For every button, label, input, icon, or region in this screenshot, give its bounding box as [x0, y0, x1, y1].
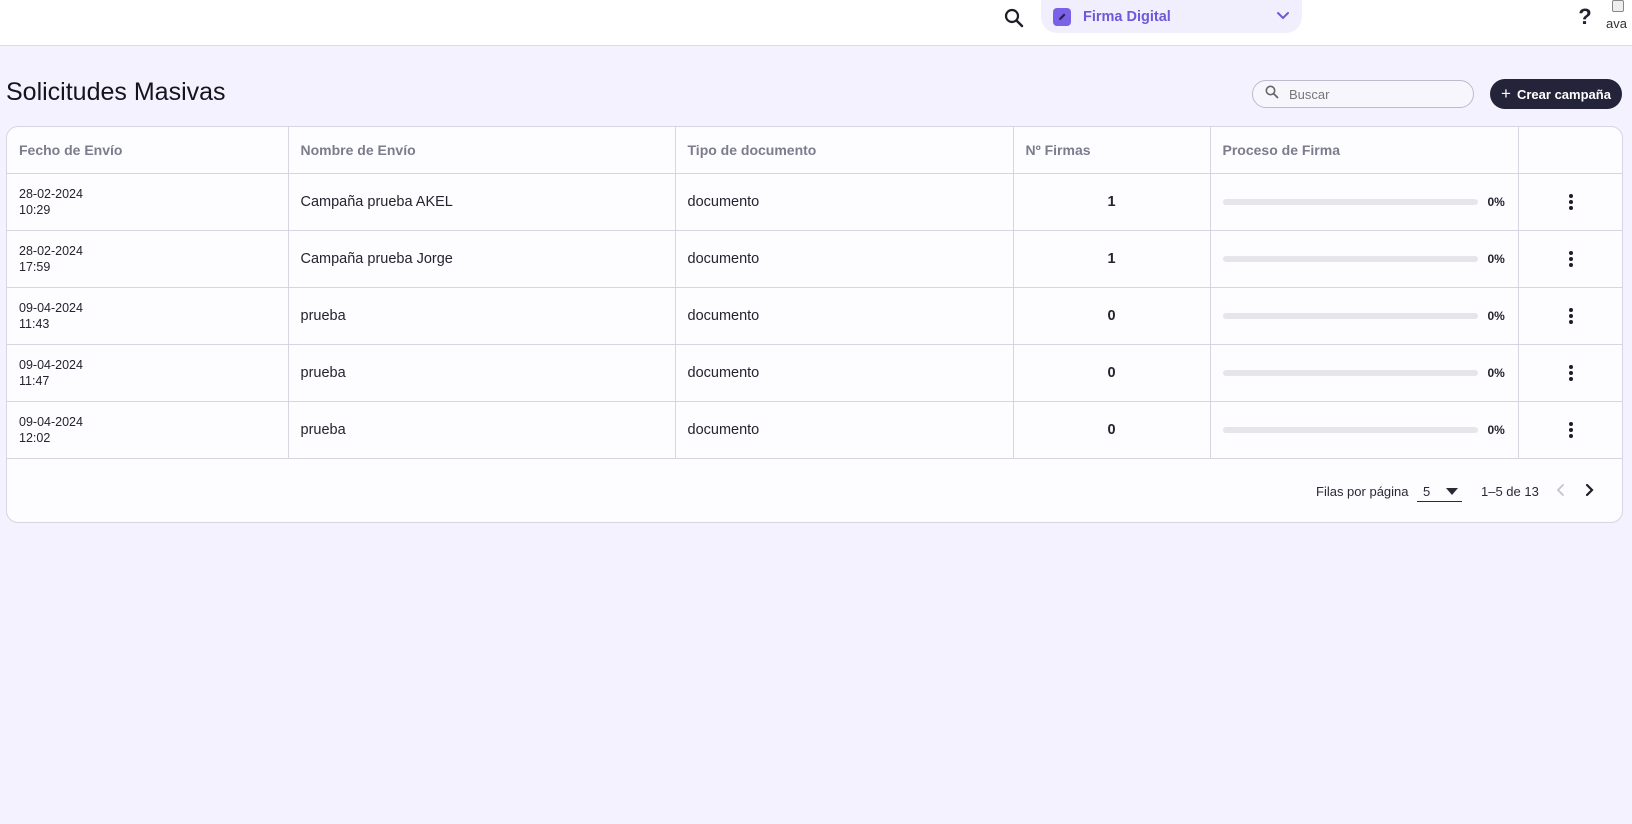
- signature-count: 1: [1013, 230, 1211, 288]
- create-campaign-button[interactable]: + Crear campaña: [1490, 79, 1622, 109]
- signature-count: 0: [1013, 344, 1211, 402]
- signature-count: 0: [1013, 401, 1211, 459]
- campaign-name: Campaña prueba Jorge: [288, 230, 676, 288]
- signature-count: 0: [1013, 287, 1211, 345]
- column-header-actions: [1518, 127, 1622, 174]
- app-selector[interactable]: Firma Digital: [1041, 0, 1302, 33]
- more-options-icon[interactable]: [1559, 247, 1583, 271]
- chevron-left-icon: [1556, 484, 1564, 496]
- avatar[interactable]: ava: [1606, 0, 1632, 34]
- broken-image-icon: [1612, 0, 1624, 12]
- table-row[interactable]: 28-02-2024 10:29 Campaña prueba AKEL doc…: [7, 173, 1622, 231]
- more-options-icon[interactable]: [1559, 190, 1583, 214]
- signing-process-cell: 0%: [1210, 173, 1519, 231]
- table-row[interactable]: 09-04-2024 12:02 prueba documento 0 0%: [7, 401, 1622, 459]
- column-header-name[interactable]: Nombre de Envío: [288, 127, 676, 174]
- pen-icon: [1053, 7, 1071, 26]
- progress-percent: 0%: [1487, 308, 1505, 323]
- campaign-name: prueba: [288, 287, 676, 345]
- rows-per-page-value: 5: [1423, 484, 1431, 499]
- campaigns-table: Fecho de Envío Nombre de Envío Tipo de d…: [7, 127, 1622, 459]
- signing-process-cell: 0%: [1210, 287, 1519, 345]
- create-campaign-label: Crear campaña: [1516, 86, 1611, 102]
- date-cell: 28-02-2024 17:59: [7, 230, 289, 288]
- search-input[interactable]: [1289, 86, 1459, 102]
- date-cell: 09-04-2024 12:02: [7, 401, 289, 459]
- actions-cell: [1518, 230, 1622, 288]
- previous-page-button[interactable]: [1550, 479, 1572, 501]
- date-cell: 28-02-2024 10:29: [7, 173, 289, 231]
- progress-percent: 0%: [1487, 422, 1505, 437]
- progress-bar: [1222, 198, 1478, 205]
- document-type: documento: [675, 173, 1014, 231]
- document-type: documento: [675, 287, 1014, 345]
- column-header-signing-process[interactable]: Proceso de Firma: [1210, 127, 1519, 174]
- column-header-doc-type[interactable]: Tipo de documento: [675, 127, 1014, 174]
- top-bar: Firma Digital ? ava: [0, 0, 1632, 46]
- search-icon[interactable]: [1002, 6, 1026, 30]
- send-time: 11:47: [19, 373, 50, 388]
- table-row[interactable]: 09-04-2024 11:43 prueba documento 0 0%: [7, 287, 1622, 345]
- table-row[interactable]: 28-02-2024 17:59 Campaña prueba Jorge do…: [7, 230, 1622, 288]
- send-time: 11:43: [19, 316, 50, 331]
- signing-process-cell: 0%: [1210, 230, 1519, 288]
- plus-icon: +: [1501, 84, 1511, 103]
- search-field[interactable]: [1252, 80, 1474, 108]
- send-date: 09-04-2024: [19, 300, 83, 315]
- document-type: documento: [675, 344, 1014, 402]
- send-date: 09-04-2024: [19, 414, 83, 429]
- campaign-name: prueba: [288, 401, 676, 459]
- date-cell: 09-04-2024 11:47: [7, 344, 289, 402]
- send-date: 28-02-2024: [19, 243, 83, 258]
- rows-per-page-select[interactable]: 5: [1417, 480, 1462, 502]
- more-options-icon[interactable]: [1559, 304, 1583, 328]
- chevron-right-icon: [1585, 483, 1594, 497]
- progress-bar: [1222, 255, 1478, 262]
- caret-down-icon: [1446, 488, 1458, 495]
- date-cell: 09-04-2024 11:43: [7, 287, 289, 345]
- column-header-signatures[interactable]: Nº Firmas: [1013, 127, 1211, 174]
- signing-process-cell: 0%: [1210, 401, 1519, 459]
- signature-count: 1: [1013, 173, 1211, 231]
- actions-cell: [1518, 344, 1622, 402]
- rows-per-page-label: Filas por página: [1316, 484, 1409, 499]
- search-icon: [1265, 85, 1279, 104]
- progress-bar: [1222, 369, 1478, 376]
- pagination-range: 1–5 de 13: [1481, 484, 1539, 499]
- actions-cell: [1518, 401, 1622, 459]
- document-type: documento: [675, 230, 1014, 288]
- avatar-alt-text: ava: [1606, 16, 1627, 31]
- progress-percent: 0%: [1487, 251, 1505, 266]
- campaigns-table-card: Fecho de Envío Nombre de Envío Tipo de d…: [6, 126, 1623, 523]
- progress-bar: [1222, 426, 1478, 433]
- campaign-name: prueba: [288, 344, 676, 402]
- signing-process-cell: 0%: [1210, 344, 1519, 402]
- table-header-row: Fecho de Envío Nombre de Envío Tipo de d…: [7, 127, 1622, 174]
- progress-bar: [1222, 312, 1478, 319]
- send-time: 10:29: [19, 202, 51, 217]
- actions-cell: [1518, 173, 1622, 231]
- page-title: Solicitudes Masivas: [6, 78, 226, 106]
- progress-percent: 0%: [1487, 365, 1505, 380]
- column-header-date[interactable]: Fecho de Envío: [7, 127, 289, 174]
- more-options-icon[interactable]: [1559, 418, 1583, 442]
- actions-cell: [1518, 287, 1622, 345]
- send-time: 17:59: [19, 259, 51, 274]
- pagination: Filas por página 5 1–5 de 13: [7, 459, 1622, 522]
- progress-percent: 0%: [1487, 194, 1505, 209]
- help-button[interactable]: ?: [1576, 4, 1594, 30]
- send-time: 12:02: [19, 430, 51, 445]
- table-row[interactable]: 09-04-2024 11:47 prueba documento 0 0%: [7, 344, 1622, 402]
- send-date: 28-02-2024: [19, 186, 83, 201]
- send-date: 09-04-2024: [19, 357, 83, 372]
- campaign-name: Campaña prueba AKEL: [288, 173, 676, 231]
- more-options-icon[interactable]: [1559, 361, 1583, 385]
- document-type: documento: [675, 401, 1014, 459]
- chevron-down-icon: [1276, 8, 1290, 26]
- next-page-button[interactable]: [1578, 479, 1600, 501]
- app-selector-label: Firma Digital: [1083, 8, 1171, 25]
